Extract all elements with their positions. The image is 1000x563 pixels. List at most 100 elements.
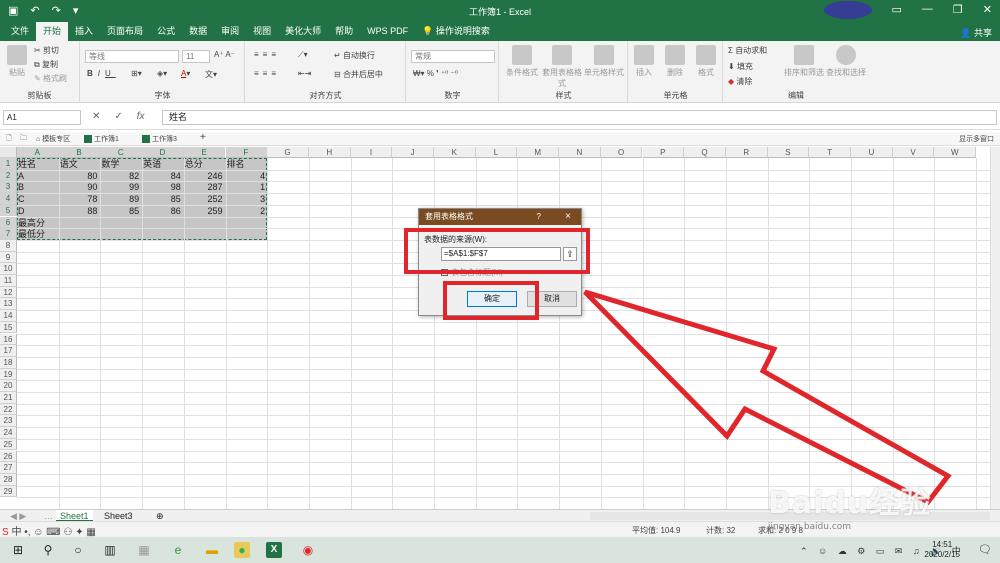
tab-data[interactable]: 数据	[182, 22, 214, 41]
data-cell[interactable]: A	[18, 170, 58, 182]
notification-icon[interactable]: 🗨	[978, 543, 992, 556]
tab-beautify[interactable]: 美化大师	[278, 22, 328, 41]
data-cell[interactable]: 86	[143, 205, 183, 217]
data-cell[interactable]: 98	[143, 181, 183, 193]
row-header[interactable]: 28	[0, 473, 17, 486]
delete-cells-button[interactable]: 删除	[660, 45, 690, 78]
file-explorer-icon[interactable]: ▬	[204, 542, 220, 558]
row-header[interactable]: 24	[0, 427, 17, 439]
row-header[interactable]: 7	[0, 228, 17, 240]
vertical-align-icons[interactable]: ≡≡≡	[254, 50, 280, 59]
wrap-text-button[interactable]: ↵ 自动换行	[334, 50, 375, 61]
column-header[interactable]: D	[142, 147, 184, 158]
paste-button[interactable]: 粘贴	[2, 45, 32, 78]
data-cell[interactable]	[60, 228, 100, 240]
minimize-icon[interactable]: —	[922, 3, 933, 16]
data-cell[interactable]	[185, 228, 225, 240]
data-cell[interactable]: 84	[143, 170, 183, 182]
search-icon[interactable]: ⚲	[40, 542, 56, 558]
data-cell[interactable]: 80	[60, 170, 100, 182]
row-header[interactable]: 19	[0, 368, 17, 381]
row-header[interactable]: 17	[0, 345, 17, 357]
column-header[interactable]: S	[767, 147, 810, 158]
column-header[interactable]: G	[267, 147, 309, 158]
tab-help[interactable]: 帮助	[328, 22, 360, 41]
row-header[interactable]: 22	[0, 403, 17, 416]
close-icon[interactable]: ✕	[983, 3, 992, 16]
tab-file[interactable]: 文件	[4, 22, 36, 41]
doc-tab-book1[interactable]: 工作簿1	[84, 134, 119, 144]
row-header[interactable]: 18	[0, 356, 17, 369]
column-header[interactable]: E	[183, 147, 226, 158]
windows-start-icon[interactable]: ⊞	[10, 542, 26, 558]
header-cell[interactable]: 总分	[185, 158, 225, 170]
format-as-table-button[interactable]: 套用表格格式	[542, 45, 582, 89]
tab-home[interactable]: 开始	[36, 22, 69, 41]
row-header[interactable]: 10	[0, 263, 17, 275]
format-cells-button[interactable]: 格式	[691, 45, 721, 78]
autosum-button[interactable]: Σ 自动求和	[728, 45, 767, 56]
border-icon[interactable]: ⊞▾	[131, 69, 142, 78]
fill-button[interactable]: ⬇ 填充	[728, 61, 753, 72]
column-header[interactable]: W	[934, 147, 977, 158]
ime-toolbar[interactable]: S 中 •, ☺ ⌨ ⚇ ✦ ▦	[2, 523, 96, 538]
data-cell[interactable]	[185, 217, 225, 229]
column-header[interactable]: Q	[684, 147, 726, 158]
data-cell[interactable]: 259	[185, 205, 225, 217]
data-cell[interactable]: B	[18, 181, 58, 193]
number-format-icons[interactable]: ₩▾ % ❜ ⁺⁰ ⁻⁰	[413, 69, 458, 78]
number-format-select[interactable]: 常规	[411, 50, 495, 63]
font-color-icon[interactable]: A▾	[181, 69, 190, 78]
data-cell[interactable]	[143, 217, 183, 229]
format-painter-button[interactable]: ✎ 格式刷	[34, 73, 67, 84]
grow-font-icon[interactable]: A⁺ A⁻	[214, 50, 235, 59]
data-cell[interactable]: 85	[101, 205, 141, 217]
row-header[interactable]: 14	[0, 310, 17, 322]
excel-icon[interactable]: X	[266, 542, 282, 558]
column-header[interactable]: P	[642, 147, 685, 158]
column-header[interactable]: F	[225, 147, 268, 158]
row-header[interactable]: 3	[0, 181, 17, 194]
name-box[interactable]: A1	[3, 110, 81, 125]
column-header[interactable]: K	[434, 147, 476, 158]
data-cell[interactable]	[101, 228, 141, 240]
dialog-close-icon[interactable]: ×	[565, 209, 571, 225]
data-cell[interactable]: C	[18, 193, 58, 205]
tell-me-search[interactable]: 💡 操作说明搜索	[415, 22, 497, 41]
orientation-icon[interactable]: ⟋▾	[298, 50, 308, 60]
row-header[interactable]: 5	[0, 204, 17, 217]
tab-review[interactable]: 审阅	[214, 22, 246, 41]
share-button[interactable]: 👤 共享	[960, 26, 992, 39]
tab-formulas[interactable]: 公式	[150, 22, 182, 41]
tab-view[interactable]: 视图	[246, 22, 278, 41]
row-header[interactable]: 29	[0, 485, 17, 498]
cortana-icon[interactable]: ○	[70, 542, 86, 558]
tab-page-layout[interactable]: 页面布局	[100, 22, 150, 41]
column-header[interactable]: V	[892, 147, 935, 158]
phonetic-icon[interactable]: 文▾	[205, 69, 217, 80]
data-cell[interactable]: 82	[101, 170, 141, 182]
ribbon-display-icon[interactable]: ▭	[892, 3, 902, 16]
fill-color-icon[interactable]: ◈▾	[157, 69, 167, 78]
data-cell[interactable]: 246	[185, 170, 225, 182]
function-icon[interactable]: fx	[137, 111, 145, 122]
doc-tab-book3[interactable]: 工作簿3	[142, 134, 177, 144]
data-cell[interactable]	[227, 217, 268, 229]
spreadsheet-grid[interactable]: A B C D E F G H I J K L M N O P Q R S T U V W 1 2 3 4 5 6 7 8 9 10 11 12 13…	[0, 147, 990, 509]
row-header[interactable]: 16	[0, 333, 17, 346]
data-cell[interactable]: 287	[185, 181, 225, 193]
column-header[interactable]: N	[559, 147, 601, 158]
column-header[interactable]: I	[350, 147, 393, 158]
row-header[interactable]: 21	[0, 392, 17, 404]
font-style-buttons[interactable]: BIU	[87, 69, 116, 78]
row-header[interactable]: 27	[0, 462, 17, 474]
data-cell[interactable]: 90	[60, 181, 100, 193]
header-cell[interactable]: 语文	[60, 158, 100, 170]
data-cell[interactable]: 3	[227, 193, 268, 205]
data-cell[interactable]: 1	[227, 181, 268, 193]
row-header[interactable]: 25	[0, 438, 17, 451]
data-cell[interactable]: D	[18, 205, 58, 217]
column-header[interactable]: M	[517, 147, 560, 158]
new-doc-icon[interactable]: 🗋	[6, 134, 12, 145]
column-header[interactable]: U	[851, 147, 893, 158]
